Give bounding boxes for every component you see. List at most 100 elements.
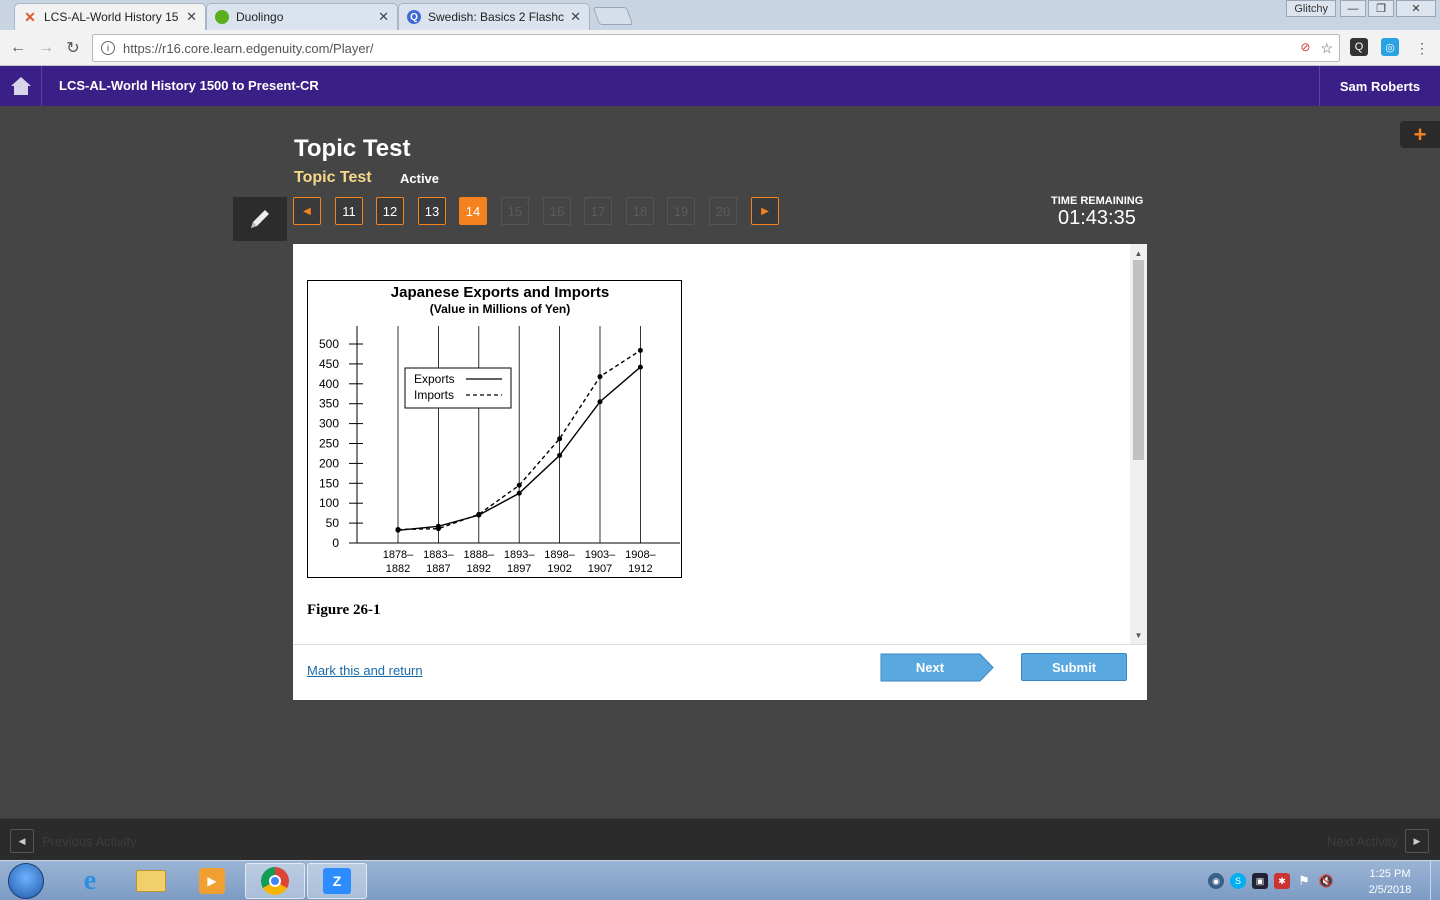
tab-edgenuity[interactable]: ✕ LCS-AL-World History 15 ✕ <box>14 3 206 30</box>
user-name[interactable]: Sam Roberts <box>1319 66 1440 106</box>
blocked-popup-icon[interactable]: ⊘ <box>1300 40 1310 57</box>
start-button[interactable] <box>8 863 44 899</box>
legend-label: Exports <box>414 372 455 386</box>
close-tab-icon[interactable]: ✕ <box>378 9 389 25</box>
question-button: 16 <box>543 197 571 225</box>
activity-bar: ◀ Previous Activity Next Activity ▶ <box>0 818 1440 860</box>
tab-duolingo[interactable]: Duolingo ✕ <box>206 3 398 30</box>
extension-icon[interactable]: ◎ <box>1381 38 1399 56</box>
tab-title: Swedish: Basics 2 Flashca <box>428 10 565 24</box>
plus-icon: + <box>1413 121 1427 147</box>
quizlet-q-icon: Q <box>407 10 421 24</box>
triangle-left-icon: ◀ <box>303 205 311 217</box>
close-tab-icon[interactable]: ✕ <box>186 9 197 25</box>
browser-toolbar: ← → ↻ i https://r16.core.learn.edgenuity… <box>0 30 1440 66</box>
y-tick-label: 100 <box>319 496 339 510</box>
time-remaining-value: 01:43:35 <box>1058 207 1136 229</box>
data-point-imports <box>516 482 522 488</box>
profile-chip[interactable]: Glitchy <box>1286 0 1336 17</box>
pencil-icon <box>251 210 269 228</box>
chrome-icon[interactable] <box>245 863 305 899</box>
back-arrow-icon[interactable]: ← <box>8 38 28 58</box>
media-player-icon[interactable]: ▶ <box>182 863 242 899</box>
close-tab-icon[interactable]: ✕ <box>570 9 581 25</box>
line-chart: Japanese Exports and Imports(Value in Mi… <box>319 284 680 575</box>
reload-icon[interactable]: ↻ <box>63 38 83 58</box>
x-tick-label: 1893– <box>504 549 535 561</box>
zoom-app-icon[interactable]: Z <box>307 863 367 899</box>
scrollbar[interactable]: ▲ ▼ <box>1130 244 1147 644</box>
new-tab-button[interactable] <box>592 7 634 25</box>
next-activity-button[interactable]: ▶ <box>1405 829 1429 853</box>
next-question-button[interactable]: ▶ <box>751 197 779 225</box>
data-point-imports <box>476 511 482 517</box>
action-center-flag-icon[interactable]: ⚑ <box>1296 873 1312 889</box>
chart-title: Japanese Exports and Imports <box>391 284 609 301</box>
y-tick-label: 300 <box>319 417 339 431</box>
tab-title: LCS-AL-World History 15 <box>44 10 179 24</box>
next-activity-label: Next Activity <box>1327 834 1398 849</box>
x-tick-label: 1883– <box>423 549 454 561</box>
question-panel: Japanese Exports and Imports (Value in Mi… <box>293 244 1147 700</box>
y-tick-label: 350 <box>319 397 339 411</box>
question-content: Japanese Exports and Imports (Value in Mi… <box>293 244 1130 644</box>
data-point-imports <box>557 436 563 442</box>
question-button: 18 <box>626 197 654 225</box>
x-tick-label: 1882 <box>386 563 410 575</box>
status-label: Active <box>400 171 440 186</box>
page-title: Topic Test <box>294 135 411 162</box>
question-button[interactable]: 12 <box>376 197 404 225</box>
volume-muted-icon[interactable]: 🔇 <box>1318 873 1334 889</box>
chart-figure: Japanese Exports and Imports (Value in Mi… <box>307 280 682 578</box>
file-explorer-icon[interactable] <box>121 863 181 899</box>
question-button: 20 <box>709 197 737 225</box>
submit-button[interactable]: Submit <box>1021 653 1127 681</box>
question-button: 19 <box>667 197 695 225</box>
monitor-icon[interactable]: ▣ <box>1252 873 1268 889</box>
scroll-up-icon[interactable]: ▲ <box>1130 246 1147 260</box>
home-button[interactable] <box>0 66 42 106</box>
next-label: Next <box>915 660 945 675</box>
activity-subtitle: Topic Test <box>294 169 372 186</box>
restore-icon[interactable]: ❐ <box>1368 0 1394 17</box>
chart-subtitle: (Value in Millions of Yen) <box>430 302 570 316</box>
forward-arrow-icon[interactable]: → <box>36 38 56 58</box>
system-clock[interactable]: 1:25 PM 2/5/2018 <box>1358 866 1422 898</box>
y-tick-label: 250 <box>319 437 339 451</box>
previous-activity-button[interactable]: ◀ <box>10 829 34 853</box>
question-button[interactable]: 13 <box>418 197 446 225</box>
next-button[interactable]: Next <box>880 653 994 682</box>
scroll-down-icon[interactable]: ▼ <box>1130 628 1147 642</box>
minimize-icon[interactable]: — <box>1340 0 1366 17</box>
pencil-tool-button[interactable] <box>233 197 287 241</box>
data-point-imports <box>637 347 643 353</box>
info-icon[interactable]: i <box>101 41 115 55</box>
previous-question-button[interactable]: ◀ <box>293 197 321 225</box>
x-tick-label: 1888– <box>464 549 495 561</box>
question-button: 17 <box>584 197 612 225</box>
data-point-imports <box>395 526 401 532</box>
question-button-current[interactable]: 14 <box>459 197 487 225</box>
question-button[interactable]: 11 <box>335 197 363 225</box>
home-icon <box>10 77 31 95</box>
security-icon[interactable]: ✱ <box>1274 873 1290 889</box>
divider <box>293 644 1147 645</box>
address-bar[interactable]: i https://r16.core.learn.edgenuity.com/P… <box>92 34 1340 62</box>
y-tick-label: 150 <box>319 476 339 490</box>
browser-tab-bar: ✕ LCS-AL-World History 15 ✕ Duolingo ✕ Q… <box>0 0 1440 30</box>
mark-and-return-link[interactable]: Mark this and return <box>307 663 423 678</box>
menu-kebab-icon[interactable]: ⋮ <box>1412 38 1432 58</box>
y-tick-label: 200 <box>319 456 339 470</box>
plus-tools-button[interactable]: + <box>1400 121 1440 148</box>
skype-icon[interactable]: S <box>1230 873 1246 889</box>
internet-explorer-icon[interactable]: e <box>60 863 120 899</box>
extension-icon[interactable]: Q <box>1350 38 1368 56</box>
show-desktop-button[interactable] <box>1430 861 1440 900</box>
tab-quizlet[interactable]: Q Swedish: Basics 2 Flashca ✕ <box>398 3 590 30</box>
y-tick-label: 0 <box>332 536 339 550</box>
bookmark-star-icon[interactable]: ☆ <box>1320 40 1333 57</box>
close-window-icon[interactable]: ✕ <box>1396 0 1436 17</box>
scroll-thumb[interactable] <box>1133 260 1144 460</box>
network-icon[interactable]: ◉ <box>1208 873 1224 889</box>
legend-label: Imports <box>414 388 454 402</box>
